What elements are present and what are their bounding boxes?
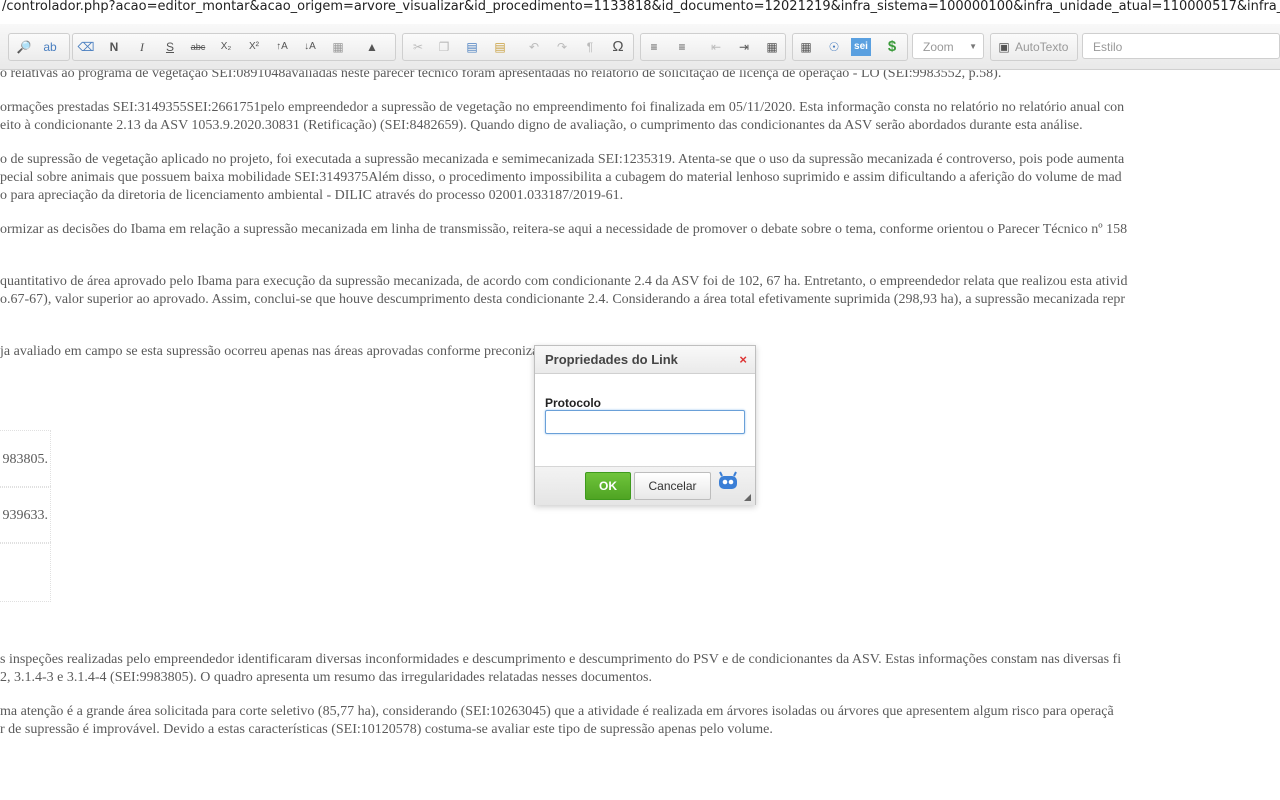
style-label: Estilo [1093, 40, 1123, 54]
pilcrow-icon[interactable]: ¶ [581, 38, 599, 56]
dialog-title-bar[interactable]: Propriedades do Link × [535, 346, 755, 374]
paste-icon[interactable]: ▤ [463, 38, 481, 56]
editor-toolbar: 🔎 ab ⌫ N I S abc X₂ X² ↑A ↓A ▦ ▲ ✂ ❐ ▤ ▤… [0, 24, 1280, 70]
doc-line: ormações prestadas SEI:3149355SEI:266175… [0, 100, 1125, 115]
find-icon[interactable]: 🔎 [15, 38, 33, 56]
subscript-button[interactable]: X₂ [217, 38, 235, 56]
speech-bubble-icon: ▣ [998, 40, 1010, 54]
copy-icon[interactable]: ❐ [435, 38, 453, 56]
doc-line: eito à condicionante 2.13 da ASV 1053.9.… [0, 118, 1083, 133]
dialog-title: Propriedades do Link [545, 352, 678, 367]
table-cell [0, 542, 51, 602]
replace-icon[interactable]: ab [41, 38, 59, 56]
table-cell-text: 939633. [2, 508, 49, 523]
address-bar[interactable]: /controlador.php?acao=editor_montar&acao… [0, 0, 1280, 18]
table-icon[interactable]: ▦ [797, 38, 815, 56]
ok-button[interactable]: OK [585, 472, 631, 500]
doc-line: o relativas ao programa de vegetação SEI… [0, 70, 1002, 81]
doc-line: s inspeções realizadas pelo empreendedor… [0, 652, 1122, 667]
doc-line: o para apreciação da diretoria de licenc… [0, 188, 624, 203]
sei-link-icon[interactable]: sei [851, 38, 871, 56]
eraser-icon[interactable]: ⌫ [77, 38, 95, 56]
table-cell: 983805. [0, 430, 51, 488]
bullet-list-icon[interactable]: ≡ [673, 38, 691, 56]
autotexto-label: AutoTexto [1015, 40, 1069, 54]
toolbar-group-find: 🔎 ab [8, 33, 70, 61]
underline-strike-button[interactable]: S [161, 38, 179, 56]
doc-line: o de supressão de vegetação aplicado no … [0, 152, 1125, 167]
dollar-icon[interactable]: $ [883, 38, 901, 56]
numbered-list-icon[interactable]: ≡ [645, 38, 663, 56]
table-cell: 939633. [0, 486, 51, 544]
toolbar-group-format: ⌫ N I S abc X₂ X² ↑A ↓A ▦ ▲ [72, 33, 396, 61]
zoom-select[interactable]: Zoom ▼ [912, 33, 984, 59]
omega-icon[interactable]: Ω [609, 38, 627, 56]
zoom-label: Zoom [923, 40, 954, 54]
doc-line: ma atenção é a grande área solicitada pa… [0, 704, 1114, 719]
table-grid-icon[interactable]: ▦ [329, 38, 347, 56]
close-icon[interactable]: × [739, 346, 747, 373]
chevron-down-icon: ▼ [969, 42, 977, 51]
font-size-down-icon[interactable]: ↓A [301, 38, 319, 56]
link-properties-dialog: Propriedades do Link × Protocolo OK Canc… [534, 345, 756, 505]
strikethrough-button[interactable]: abc [189, 38, 207, 56]
toolbar-group-lists: ≡ ≡ ⇤ ⇥ ▦ [640, 33, 786, 61]
doc-line: 2, 3.1.4-3 e 3.1.4-4 (SEI:9983805). O qu… [0, 670, 652, 685]
autotexto-button[interactable]: ▣ AutoTexto [990, 33, 1078, 61]
italic-button[interactable]: I [133, 38, 151, 56]
dialog-footer: OK Cancelar [535, 466, 755, 505]
link-globe-icon[interactable]: ☉ [825, 38, 843, 56]
doc-line: r de supressão é improvável. Devido a es… [0, 722, 773, 737]
robot-icon[interactable] [717, 471, 739, 491]
table-cell-text: 983805. [2, 452, 49, 467]
resize-handle[interactable] [744, 494, 751, 501]
protocolo-input[interactable] [545, 410, 745, 434]
image-icon[interactable]: ▦ [763, 38, 781, 56]
toolbar-group-clipboard: ✂ ❐ ▤ ▤ ↶ ↷ ¶ Ω [402, 33, 634, 61]
undo-icon[interactable]: ↶ [525, 38, 543, 56]
outdent-icon[interactable]: ⇤ [707, 38, 725, 56]
protocolo-label: Protocolo [545, 396, 601, 410]
style-select[interactable]: Estilo [1082, 33, 1280, 59]
doc-line: quantitativo de área aprovado pelo Ibama… [0, 274, 1128, 289]
bold-button[interactable]: N [105, 38, 123, 56]
font-color-icon[interactable]: ▲ [363, 38, 381, 56]
doc-line: ormizar as decisões do Ibama em relação … [0, 222, 1128, 237]
doc-line: pecial sobre animais que possuem baixa m… [0, 170, 1122, 185]
indent-icon[interactable]: ⇥ [735, 38, 753, 56]
redo-icon[interactable]: ↷ [553, 38, 571, 56]
paste-word-icon[interactable]: ▤ [491, 38, 509, 56]
doc-line: o.67-67), valor superior ao aprovado. As… [0, 292, 1126, 307]
cut-icon[interactable]: ✂ [409, 38, 427, 56]
superscript-button[interactable]: X² [245, 38, 263, 56]
font-size-up-icon[interactable]: ↑A [273, 38, 291, 56]
toolbar-group-insert: ▦ ☉ sei $ [792, 33, 908, 61]
cancel-button[interactable]: Cancelar [634, 472, 711, 500]
